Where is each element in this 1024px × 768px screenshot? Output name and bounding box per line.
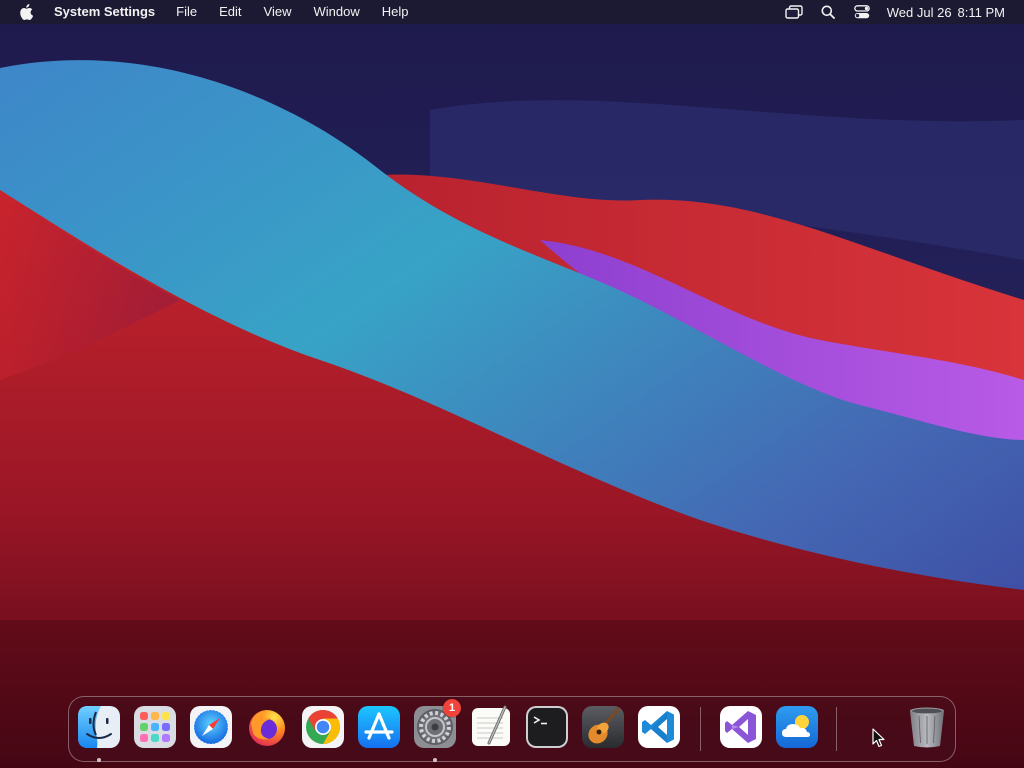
menu-file[interactable]: File — [165, 0, 208, 24]
vscode-icon — [638, 706, 680, 748]
dock-app-chrome[interactable] — [301, 705, 345, 749]
dock-app-weather[interactable] — [775, 705, 819, 749]
dock-app-garageband[interactable] — [581, 705, 625, 749]
chrome-icon — [302, 706, 344, 748]
menu-bar: System Settings File Edit View Window He… — [0, 0, 1024, 24]
safari-icon — [190, 706, 232, 748]
dock-app-visual-studio[interactable] — [719, 705, 763, 749]
dock-app-firefox[interactable] — [245, 705, 289, 749]
clock-date: Wed Jul 26 — [886, 4, 952, 20]
textedit-icon — [472, 705, 510, 746]
garageband-icon — [582, 706, 624, 748]
running-indicator — [97, 758, 101, 762]
firefox-icon — [249, 710, 285, 746]
dock-app-textedit[interactable] — [469, 705, 513, 749]
menu-app-name[interactable]: System Settings — [44, 0, 165, 24]
menu-window[interactable]: Window — [302, 0, 370, 24]
dock-app-trash[interactable] — [905, 705, 949, 749]
dock-app-safari[interactable] — [189, 705, 233, 749]
clock-time: 8:11 PM — [957, 4, 1005, 20]
spotlight-search-icon[interactable] — [811, 0, 845, 24]
menu-view[interactable]: View — [253, 0, 303, 24]
app-store-icon — [358, 706, 400, 748]
menu-help[interactable]: Help — [371, 0, 420, 24]
mouse-cursor-icon — [872, 728, 885, 748]
dock-app-terminal[interactable] — [525, 705, 569, 749]
dock-app-launchpad[interactable] — [133, 705, 177, 749]
running-indicator — [433, 758, 437, 762]
dock-app-system-settings[interactable]: 1 — [413, 699, 461, 762]
menubar-clock[interactable]: Wed Jul 26 8:11 PM — [887, 5, 1005, 20]
screen-mirroring-icon[interactable] — [777, 0, 811, 24]
visual-studio-icon — [720, 706, 762, 748]
trash-icon — [910, 707, 944, 748]
terminal-icon — [526, 706, 568, 748]
weather-icon — [776, 706, 818, 748]
desktop-wallpaper — [0, 0, 1024, 768]
apple-menu[interactable] — [0, 0, 44, 24]
control-center-icon[interactable] — [845, 0, 879, 24]
dock-app-app-store[interactable] — [357, 705, 401, 749]
dock-separator — [700, 707, 701, 751]
apple-logo-icon — [20, 4, 33, 20]
menu-edit[interactable]: Edit — [208, 0, 252, 24]
notification-badge: 1 — [443, 699, 461, 717]
launchpad-icon — [134, 706, 176, 748]
dock-app-vscode[interactable] — [637, 705, 681, 749]
dock-app-finder[interactable] — [77, 705, 121, 762]
dock: 1 — [68, 696, 956, 762]
desktop[interactable]: System Settings File Edit View Window He… — [0, 0, 1024, 768]
finder-icon — [78, 706, 120, 748]
dock-separator — [836, 707, 837, 751]
